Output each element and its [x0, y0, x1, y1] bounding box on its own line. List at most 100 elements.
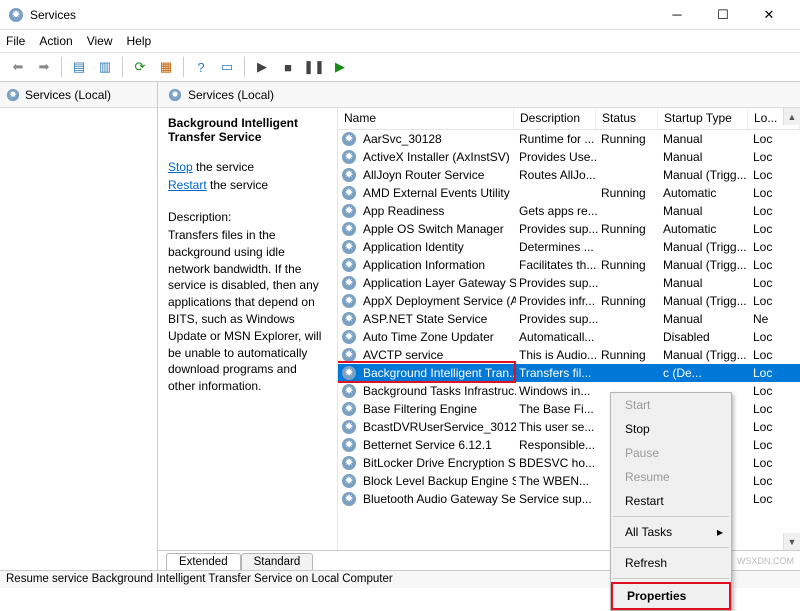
- service-startup: Manual: [660, 312, 750, 326]
- col-description[interactable]: Description: [514, 108, 596, 129]
- restart-link[interactable]: Restart: [168, 178, 207, 192]
- toolbar: ⬅ ➡ ▤ ▥ ⟳ ▦ ? ▭ ▶ ■ ❚❚ ▶: [0, 52, 800, 82]
- service-logon: Loc: [750, 420, 800, 434]
- service-name: AMD External Events Utility: [360, 186, 516, 200]
- description-label: Description:: [168, 210, 327, 224]
- service-name: Base Filtering Engine: [360, 402, 516, 416]
- stop-service-button[interactable]: ■: [276, 55, 300, 79]
- service-name: AppX Deployment Service (A...: [360, 294, 516, 308]
- left-header-label[interactable]: Services (Local): [25, 88, 111, 102]
- ctx-restart[interactable]: Restart: [611, 489, 731, 513]
- service-desc: Provides infr...: [516, 294, 598, 308]
- ctx-start: Start: [611, 393, 731, 417]
- service-name: Bluetooth Audio Gateway Se...: [360, 492, 516, 506]
- tab-standard[interactable]: Standard: [241, 553, 314, 570]
- service-desc: Windows in...: [516, 384, 598, 398]
- service-name: AVCTP service: [360, 348, 516, 362]
- service-name: Auto Time Zone Updater: [360, 330, 516, 344]
- service-startup: Disabled: [660, 330, 750, 344]
- ctx-pause: Pause: [611, 441, 731, 465]
- selected-service-title: Background Intelligent Transfer Service: [168, 116, 327, 144]
- column-headers[interactable]: Name Description Status Startup Type Lo.…: [338, 108, 800, 130]
- service-desc: Gets apps re...: [516, 204, 598, 218]
- service-row[interactable]: AllJoyn Router ServiceRoutes AllJo...Man…: [338, 166, 800, 184]
- service-startup: Manual (Trigg...: [660, 240, 750, 254]
- help-button[interactable]: ?: [189, 55, 213, 79]
- forward-button[interactable]: ➡: [32, 55, 56, 79]
- restart-service-button[interactable]: ▶: [328, 55, 352, 79]
- watermark: WSXDN.COM: [737, 556, 794, 566]
- col-startup[interactable]: Startup Type: [658, 108, 748, 129]
- service-row[interactable]: AMD External Events UtilityRunningAutoma…: [338, 184, 800, 202]
- service-name: ActiveX Installer (AxInstSV): [360, 150, 516, 164]
- service-desc: Determines ...: [516, 240, 598, 254]
- service-desc: Facilitates th...: [516, 258, 598, 272]
- maximize-button[interactable]: ☐: [700, 0, 746, 30]
- service-desc: Service sup...: [516, 492, 598, 506]
- tab-extended[interactable]: Extended: [166, 553, 241, 570]
- col-status[interactable]: Status: [596, 108, 658, 129]
- service-row[interactable]: AarSvc_30128Runtime for ...RunningManual…: [338, 130, 800, 148]
- service-name: AarSvc_30128: [360, 132, 516, 146]
- service-row[interactable]: Apple OS Switch ManagerProvides sup...Ru…: [338, 220, 800, 238]
- ctx-refresh[interactable]: Refresh: [611, 551, 731, 575]
- service-row[interactable]: AVCTP serviceThis is Audio...RunningManu…: [338, 346, 800, 364]
- stop-link[interactable]: Stop: [168, 160, 193, 174]
- refresh-button[interactable]: ⟳: [128, 55, 152, 79]
- description-text: Transfers files in the background using …: [168, 227, 327, 395]
- service-name: App Readiness: [360, 204, 516, 218]
- show-hide-button[interactable]: ▤: [67, 55, 91, 79]
- menu-action[interactable]: Action: [39, 34, 72, 48]
- ctx-all-tasks[interactable]: All Tasks▸: [611, 520, 731, 544]
- back-button[interactable]: ⬅: [6, 55, 30, 79]
- service-logon: Loc: [750, 276, 800, 290]
- service-row[interactable]: ActiveX Installer (AxInstSV)Provides Use…: [338, 148, 800, 166]
- scroll-down-button[interactable]: ▼: [783, 533, 800, 550]
- export-button[interactable]: ▦: [154, 55, 178, 79]
- service-status: Running: [598, 258, 660, 272]
- service-row[interactable]: Application InformationFacilitates th...…: [338, 256, 800, 274]
- service-status: Running: [598, 348, 660, 362]
- col-name[interactable]: Name: [338, 108, 514, 129]
- context-menu: Start Stop Pause Resume Restart All Task…: [610, 392, 732, 611]
- service-logon: Loc: [750, 204, 800, 218]
- service-startup: Manual: [660, 150, 750, 164]
- service-logon: Loc: [750, 330, 800, 344]
- service-logon: Loc: [750, 258, 800, 272]
- service-desc: BDESVC ho...: [516, 456, 598, 470]
- service-startup: Manual (Trigg...: [660, 258, 750, 272]
- service-desc: This user se...: [516, 420, 598, 434]
- menu-file[interactable]: File: [6, 34, 25, 48]
- menu-view[interactable]: View: [87, 34, 113, 48]
- properties-button[interactable]: ▥: [93, 55, 117, 79]
- service-desc: Transfers fil...: [516, 366, 598, 380]
- ctx-stop[interactable]: Stop: [611, 417, 731, 441]
- sheet-button[interactable]: ▭: [215, 55, 239, 79]
- service-row[interactable]: App ReadinessGets apps re...ManualLoc: [338, 202, 800, 220]
- gear-icon: [6, 88, 20, 102]
- service-row[interactable]: Application IdentityDetermines ... Manual…: [338, 238, 800, 256]
- service-desc: This is Audio...: [516, 348, 598, 362]
- gear-icon: [168, 88, 182, 102]
- ctx-properties[interactable]: Properties: [611, 582, 731, 610]
- start-service-button[interactable]: ▶: [250, 55, 274, 79]
- service-logon: Loc: [750, 348, 800, 362]
- service-row[interactable]: AppX Deployment Service (A...Provides in…: [338, 292, 800, 310]
- service-logon: Ne: [750, 312, 800, 326]
- left-tree-pane: Services (Local): [0, 82, 158, 570]
- menu-help[interactable]: Help: [127, 34, 152, 48]
- pause-service-button[interactable]: ❚❚: [302, 55, 326, 79]
- service-name: Application Identity: [360, 240, 516, 254]
- service-desc: Routes AllJo...: [516, 168, 598, 182]
- minimize-button[interactable]: ─: [654, 0, 700, 30]
- service-row[interactable]: Auto Time Zone UpdaterAutomaticall...Dis…: [338, 328, 800, 346]
- close-button[interactable]: ✕: [746, 0, 792, 30]
- service-logon: Loc: [750, 222, 800, 236]
- service-row[interactable]: ASP.NET State ServiceProvides sup...Manu…: [338, 310, 800, 328]
- scroll-up-button[interactable]: ▲: [783, 108, 800, 125]
- service-name: Apple OS Switch Manager: [360, 222, 516, 236]
- service-logon: Loc: [750, 186, 800, 200]
- service-name: BitLocker Drive Encryption S...: [360, 456, 516, 470]
- service-row[interactable]: Application Layer Gateway S...Provides s…: [338, 274, 800, 292]
- service-row[interactable]: Background Intelligent Tran...Transfers …: [338, 364, 800, 382]
